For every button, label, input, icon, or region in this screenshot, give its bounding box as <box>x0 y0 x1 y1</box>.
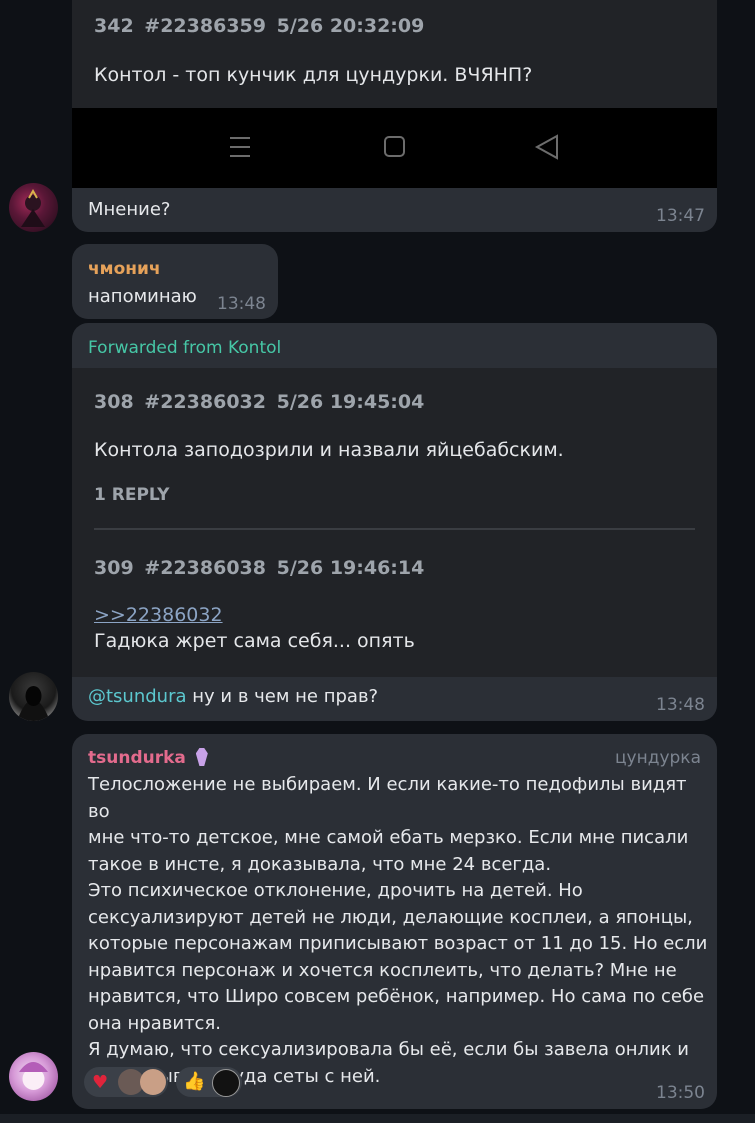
forward-label[interactable]: Forwarded from Kontol <box>88 338 281 358</box>
reactor-avatar <box>140 1069 166 1095</box>
sender-name[interactable]: чмонич <box>88 259 161 279</box>
sender-name-text: tsundurka <box>88 748 186 768</box>
thumbs-up-icon: 👍 <box>183 1071 206 1092</box>
reaction-heart[interactable]: ♥ <box>84 1067 168 1097</box>
post-id: #22386038 <box>144 557 266 579</box>
message-text: @tsundura ну и в чем не прав? <box>88 684 378 711</box>
back-triangle-icon <box>534 134 558 160</box>
text-line: нравится персонаж и хочется косплеить, ч… <box>88 959 677 981</box>
post-date: 5/26 19:46:14 <box>276 557 425 579</box>
embedded-screenshot-navbar <box>72 108 717 188</box>
avatar[interactable] <box>9 1052 58 1101</box>
message-text: Мнение? <box>88 199 171 220</box>
message-text-body: ну и в чем не прав? <box>186 686 379 707</box>
reaction-thumbs-up[interactable]: 👍 <box>176 1067 242 1097</box>
message-time: 13:48 <box>656 695 705 715</box>
message-time: 13:50 <box>656 1083 705 1103</box>
text-line: Я думаю, что сексуализировала бы её, есл… <box>88 1039 689 1060</box>
menu-icon <box>230 137 250 157</box>
text-line: сексуализируют детей не люди, делающие к… <box>88 906 693 928</box>
post-id: #22386359 <box>144 15 266 37</box>
red-heart-icon: ♥ <box>92 1072 109 1093</box>
home-square-icon <box>384 136 405 157</box>
message-bubble-3[interactable]: Forwarded from Kontol 308 #22386032 5/26… <box>72 323 717 721</box>
text-line: Это психическое отклонение, дрочить на д… <box>88 880 583 901</box>
post-text: Контол - топ кунчик для цундурки. ВЧЯНП? <box>94 64 533 86</box>
post-date: 5/26 20:32:09 <box>276 15 425 37</box>
mention-link[interactable]: @tsundura <box>88 686 187 707</box>
text-line: мне что-то детское, мне самой ебать мерз… <box>88 827 689 848</box>
post-text: Контола заподозрили и назвали яйцебабски… <box>94 439 564 461</box>
bottom-strip <box>0 1114 755 1123</box>
post-header: 309 #22386038 5/26 19:46:14 <box>94 557 424 579</box>
post-number: 308 <box>94 391 134 413</box>
text-line: она нравится. <box>88 1012 221 1034</box>
post-id: #22386032 <box>144 391 266 413</box>
reactor-avatar <box>212 1069 240 1097</box>
replies-count[interactable]: 1 REPLY <box>94 485 169 505</box>
message-bubble-4[interactable]: tsundurka цундурка Телосложение не выбир… <box>72 734 717 1109</box>
message-bubble-2[interactable]: чмонич напоминаю 13:48 <box>72 244 278 319</box>
post-number: 342 <box>94 15 134 37</box>
sender-name[interactable]: tsundurka <box>88 748 208 768</box>
post-number: 309 <box>94 557 134 579</box>
message-text: Телосложение не выбираем. И если какие-т… <box>88 772 708 1090</box>
message-text: напоминаю <box>88 286 197 307</box>
message-time: 13:48 <box>217 294 266 314</box>
avatar[interactable] <box>9 183 58 232</box>
text-line: нравится, что Широ совсем ребёнок, напри… <box>88 986 705 1007</box>
reply-link[interactable]: >>22386032 <box>94 604 223 626</box>
post-header: 342 #22386359 5/26 20:32:09 <box>94 15 424 37</box>
coffin-emoji-icon <box>195 748 208 766</box>
quoted-post: 342 #22386359 5/26 20:32:09 Контол - топ… <box>72 0 717 108</box>
post-header: 308 #22386032 5/26 19:45:04 <box>94 391 424 413</box>
post-date: 5/26 19:45:04 <box>276 391 425 413</box>
text-line: которые персонажам приписывают возраст о… <box>88 933 708 954</box>
sender-title: цундурка <box>614 748 701 768</box>
avatar[interactable] <box>9 672 58 721</box>
message-time: 13:47 <box>656 206 705 226</box>
quoted-thread: 308 #22386032 5/26 19:45:04 Контола запо… <box>72 368 717 677</box>
text-line: Телосложение не выбираем. И если какие-т… <box>88 774 687 822</box>
text-line: такое в инсте, я доказывала, что мне 24 … <box>88 853 552 875</box>
divider <box>94 528 695 530</box>
post-text: Гадюка жрет сама себя... опять <box>94 630 415 652</box>
